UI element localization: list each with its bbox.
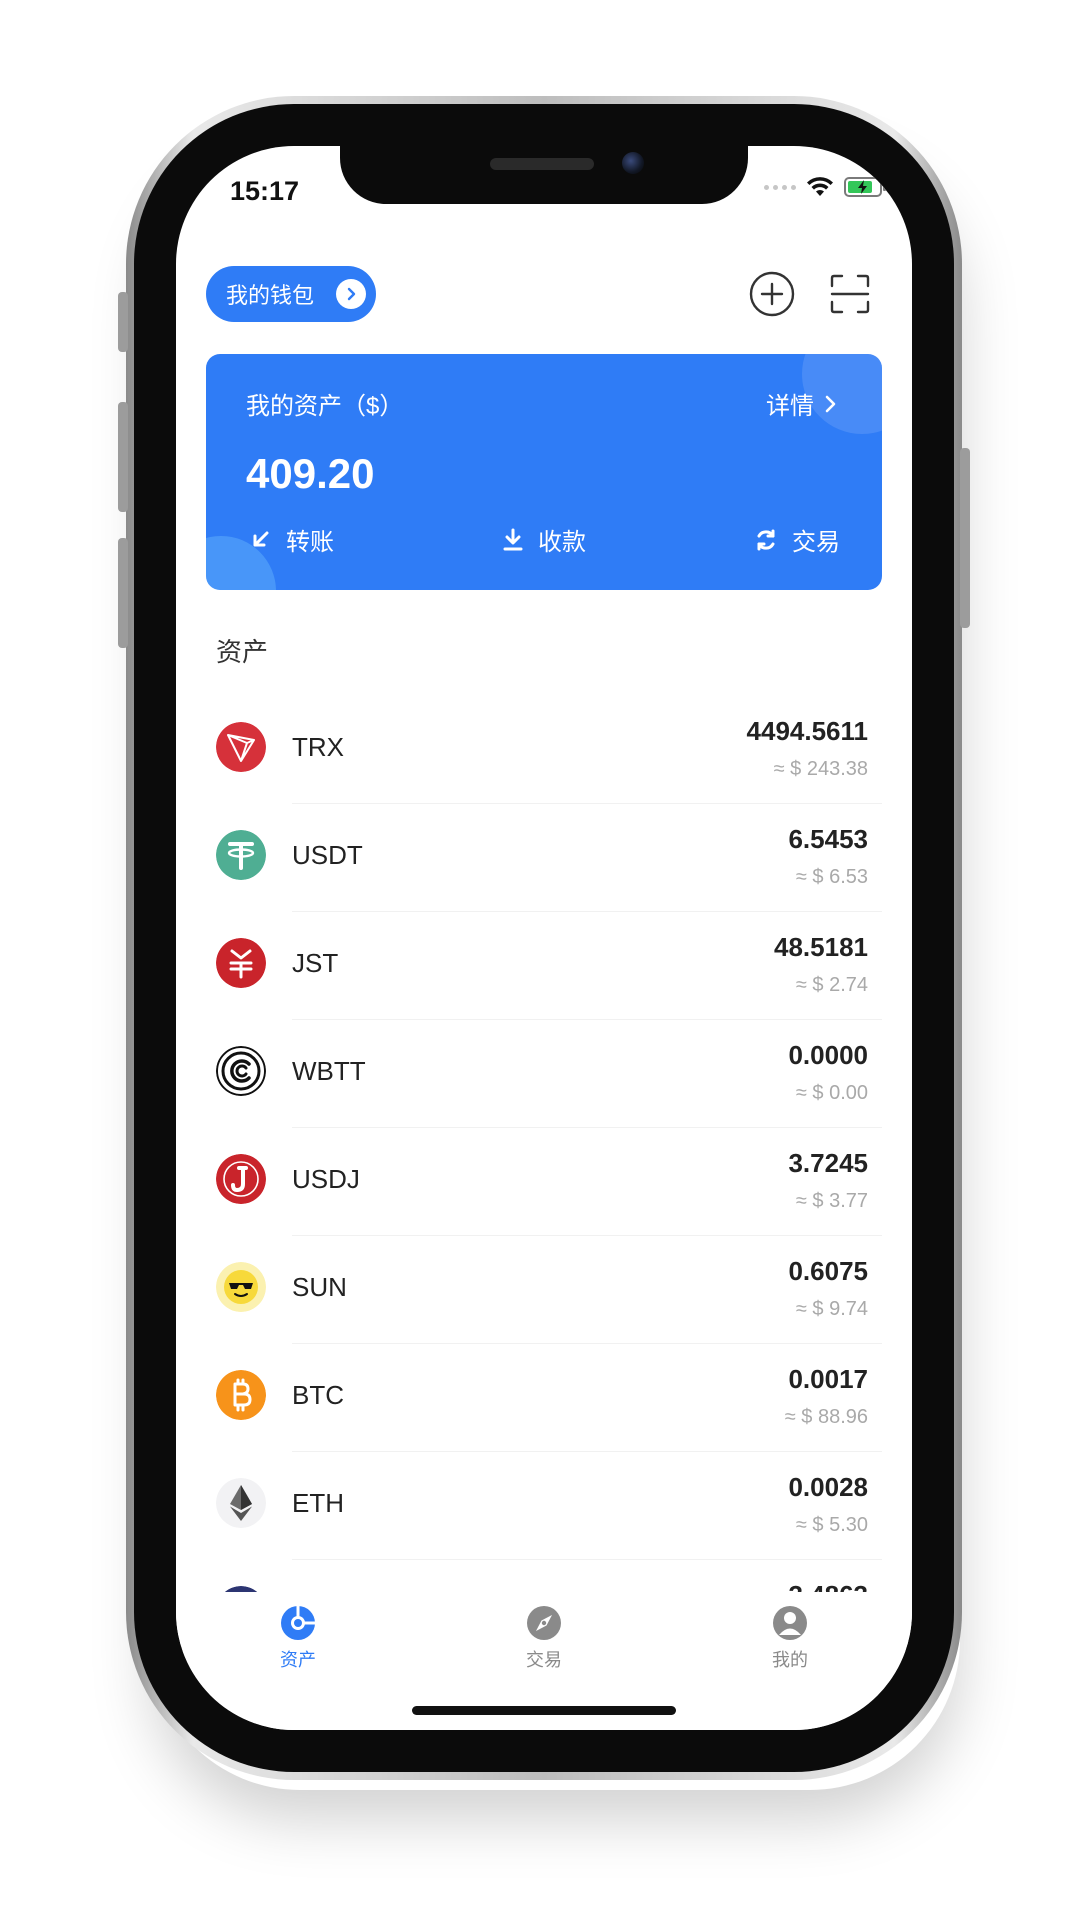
scan-button[interactable] [822, 266, 878, 322]
asset-fiat-value: ≈ $ 88.96 [784, 1406, 868, 1428]
screen: 15:17 我的钱包 我的资产（$） 详情 409.20 转账 收款 交易 资产… [176, 146, 912, 1730]
eth-icon [216, 1478, 266, 1528]
transfer-label: 转账 [286, 529, 334, 556]
home-indicator[interactable] [412, 1706, 676, 1715]
asset-name: USDJ [292, 1164, 360, 1194]
receive-button[interactable]: 收款 [502, 522, 586, 557]
tab-assets[interactable]: 资产 [238, 1604, 358, 1672]
status-icons [764, 176, 886, 198]
notch [340, 146, 748, 204]
asset-fiat-value: ≈ $ 6.53 [795, 866, 868, 888]
asset-amount: 4494.5611 [746, 716, 868, 746]
my-assets-title: 我的资产（$） [246, 393, 404, 420]
asset-fiat-value: ≈ $ 5.30 [795, 1514, 868, 1536]
download-icon [503, 528, 523, 550]
jst-icon [216, 938, 266, 988]
battery-icon [844, 177, 886, 197]
volume-up-button [118, 402, 128, 512]
assets-section-title: 资产 [216, 637, 269, 667]
asset-amount: 0.6075 [788, 1256, 868, 1286]
total-assets-value: 409.20 [246, 450, 375, 497]
power-button [960, 448, 970, 628]
asset-row-wbtt[interactable]: WBTT 0.0000 ≈ $ 0.00 [176, 1020, 912, 1128]
asset-amount: 6.5453 [788, 824, 868, 854]
tab-me-label: 我的 [772, 1650, 808, 1670]
asset-row-usdj[interactable]: USDJ 3.7245 ≈ $ 3.77 [176, 1128, 912, 1236]
tab-me[interactable]: 我的 [730, 1604, 850, 1672]
tab-trade-label: 交易 [526, 1650, 562, 1670]
asset-row-btc[interactable]: BTC 0.0017 ≈ $ 88.96 [176, 1344, 912, 1452]
plus-circle-icon [749, 271, 795, 317]
tab-trade[interactable]: 交易 [484, 1604, 604, 1672]
details-label: 详情 [766, 393, 814, 420]
asset-row-sun[interactable]: SUN 0.6075 ≈ $ 9.74 [176, 1236, 912, 1344]
pie-chart-icon [281, 1606, 315, 1640]
refresh-icon [757, 529, 775, 550]
status-time: 15:17 [230, 176, 300, 206]
usdt-icon [216, 830, 266, 880]
trade-label: 交易 [792, 529, 840, 556]
asset-row-usdt[interactable]: USDT 6.5453 ≈ $ 6.53 [176, 804, 912, 912]
asset-name: JST [292, 948, 339, 978]
asset-name: ETH [292, 1488, 344, 1518]
asset-amount: 3.7245 [788, 1148, 868, 1178]
asset-row-jst[interactable]: JST 48.5181 ≈ $ 2.74 [176, 912, 912, 1020]
asset-row-trx[interactable]: TRX 4494.5611 ≈ $ 243.38 [176, 696, 912, 804]
asset-fiat-value: ≈ $ 0.00 [795, 1082, 868, 1104]
asset-amount: 0.0017 [788, 1364, 868, 1394]
sun-icon [216, 1262, 266, 1312]
front-camera [622, 152, 644, 174]
signal-icon [764, 184, 796, 190]
details-link[interactable]: 详情 [766, 386, 838, 421]
scan-icon [830, 274, 870, 314]
asset-amount: 0.0000 [788, 1040, 868, 1070]
asset-fiat-value: ≈ $ 2.74 [795, 974, 868, 996]
asset-name: SUN [292, 1272, 347, 1302]
asset-name: BTC [292, 1380, 344, 1410]
asset-summary-card: 我的资产（$） 详情 409.20 转账 收款 交易 [206, 354, 882, 590]
volume-down-button [118, 538, 128, 648]
trade-button[interactable]: 交易 [754, 522, 840, 557]
asset-list: TRX 4494.5611 ≈ $ 243.38 USDT 6.5453 ≈ $… [176, 696, 912, 1668]
my-wallet-button[interactable]: 我的钱包 [206, 266, 376, 322]
speaker [490, 158, 594, 170]
user-icon [773, 1606, 807, 1640]
add-asset-button[interactable] [744, 266, 800, 322]
chevron-right-icon [825, 395, 836, 412]
asset-fiat-value: ≈ $ 3.77 [795, 1190, 868, 1212]
asset-name: USDT [292, 840, 363, 870]
chevron-right-icon [336, 279, 366, 309]
asset-fiat-value: ≈ $ 243.38 [773, 758, 868, 780]
asset-name: TRX [292, 732, 344, 762]
my-wallet-label: 我的钱包 [226, 283, 315, 308]
wbtt-icon [216, 1046, 266, 1096]
receive-label: 收款 [538, 529, 586, 556]
asset-fiat-value: ≈ $ 9.74 [795, 1298, 868, 1320]
charging-icon [858, 180, 867, 194]
btc-icon [216, 1370, 266, 1420]
asset-row-eth[interactable]: ETH 0.0028 ≈ $ 5.30 [176, 1452, 912, 1560]
wifi-icon [807, 177, 833, 196]
asset-amount: 0.0028 [788, 1472, 868, 1502]
trx-icon [216, 722, 266, 772]
compass-icon [527, 1606, 561, 1640]
device-mockup: 15:17 我的钱包 我的资产（$） 详情 409.20 转账 收款 交易 资产… [0, 0, 1080, 1919]
asset-name: WBTT [292, 1056, 366, 1086]
tab-assets-label: 资产 [280, 1650, 316, 1670]
arrow-down-left-icon [253, 531, 269, 546]
usdj-icon [216, 1154, 266, 1204]
transfer-button[interactable]: 转账 [250, 522, 334, 557]
asset-amount: 48.5181 [774, 932, 868, 962]
mute-switch [118, 292, 128, 352]
